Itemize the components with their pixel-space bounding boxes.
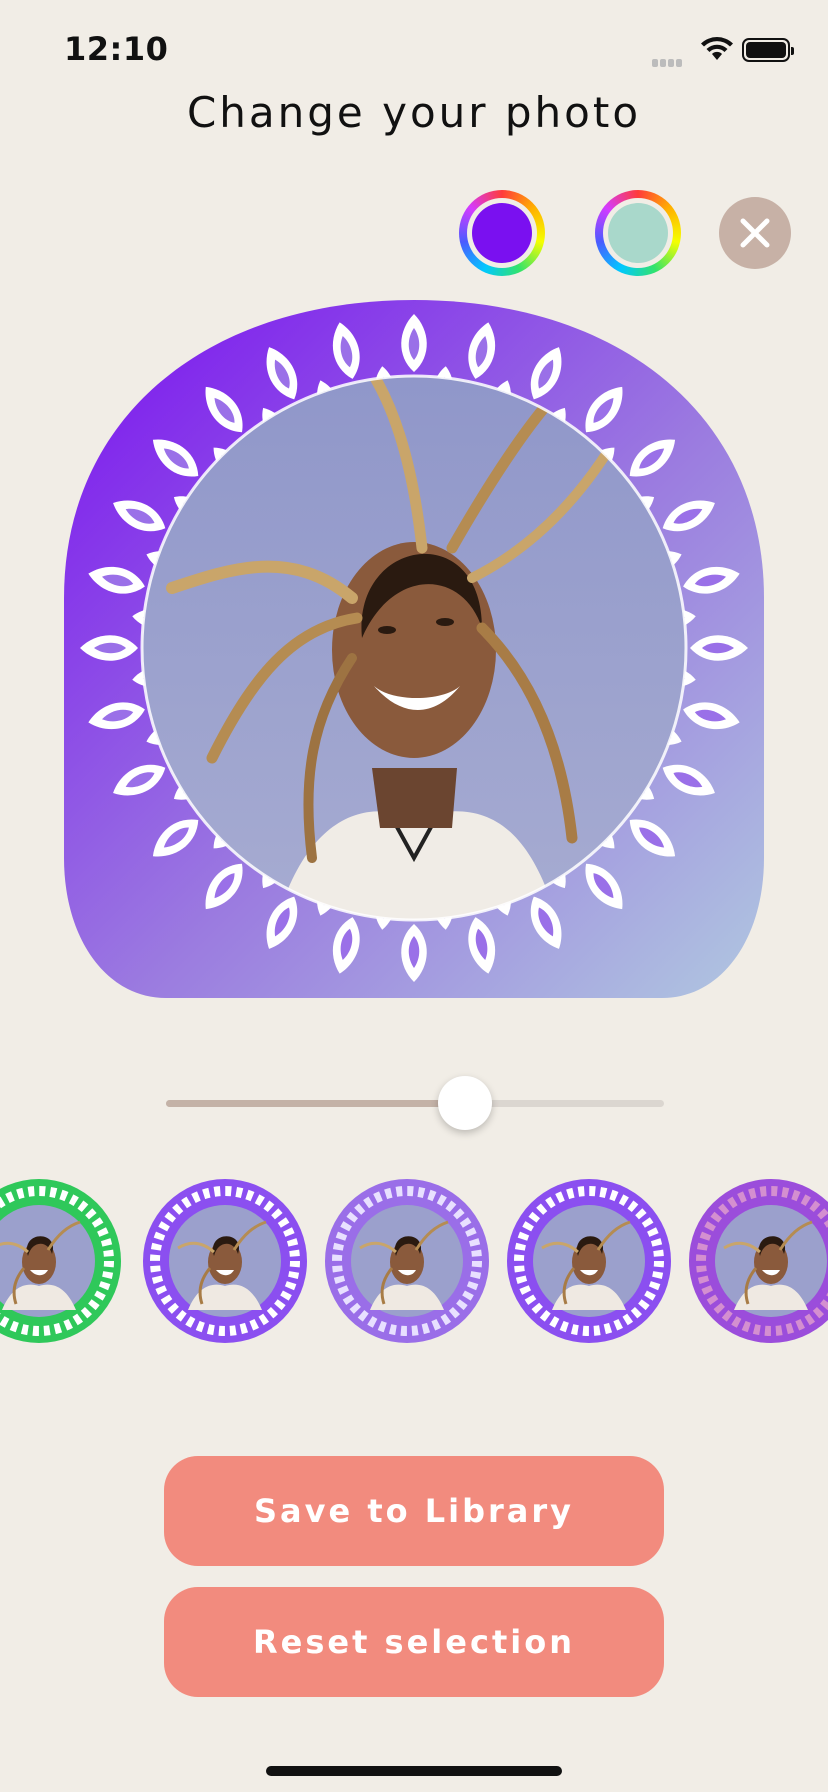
frame-option-floral-wreath-frame[interactable] — [688, 1178, 828, 1344]
wifi-icon — [701, 37, 733, 60]
frame-carousel[interactable] — [0, 1178, 828, 1348]
frame-size-slider[interactable] — [166, 1076, 664, 1136]
close-icon — [740, 218, 770, 248]
status-bar: 12:10 — [0, 0, 828, 100]
slider-fill — [166, 1100, 465, 1107]
slider-thumb[interactable] — [437, 1076, 492, 1130]
cellular-signal-icon — [652, 52, 684, 71]
battery-icon — [742, 38, 794, 62]
frame-option-lace-mandala-frame[interactable] — [324, 1178, 490, 1344]
frame-color-fill — [472, 203, 532, 263]
home-indicator — [266, 1766, 562, 1776]
frame-option-petal-mandala-frame[interactable] — [506, 1178, 672, 1344]
status-time: 12:10 — [64, 30, 169, 68]
reset-selection-button[interactable]: Reset selection — [164, 1587, 664, 1697]
frame-color-swatch[interactable] — [459, 190, 545, 276]
frame-option-white-leaf-mandala-frame[interactable] — [142, 1178, 308, 1344]
background-color-swatch[interactable] — [595, 190, 681, 276]
save-to-library-button[interactable]: Save to Library — [164, 1456, 664, 1566]
close-button[interactable] — [719, 197, 791, 269]
background-color-fill — [608, 203, 668, 263]
frame-option-green-mandala-frame[interactable] — [0, 1178, 122, 1344]
page-title: Change your photo — [186, 88, 642, 137]
framed-photo-preview[interactable] — [62, 298, 766, 1000]
